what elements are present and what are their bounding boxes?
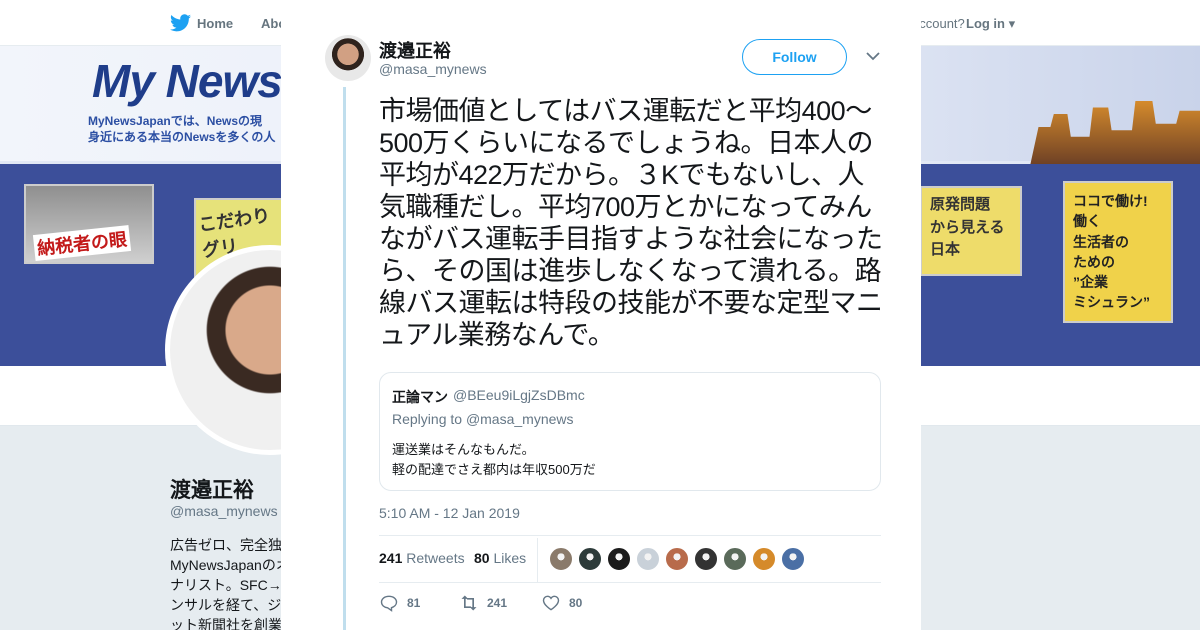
banner-panel-michelin-label: ココで働け! 働く 生活者の ための ”企業 ミシュラン”	[1073, 193, 1150, 311]
banner-tagline-2: 身近にある本当のNewsを多くの人	[88, 130, 276, 144]
quoted-line-2: 軽の配達でさえ都内は年収500万だ	[392, 462, 596, 477]
stats-divider	[537, 538, 538, 582]
liker-avatar[interactable]	[636, 547, 660, 571]
quoted-author-name[interactable]: 正論マン	[392, 387, 448, 407]
like-stat-label: Likes	[493, 550, 527, 566]
nav-home-link[interactable]: Home	[197, 16, 233, 31]
close-icon[interactable]	[1155, 12, 1179, 36]
liker-avatar[interactable]	[607, 547, 631, 571]
retweet-stat-label: Retweets	[406, 550, 465, 566]
liker-avatar[interactable]	[578, 547, 602, 571]
liker-avatar[interactable]	[665, 547, 689, 571]
profile-bio: 広告ゼロ、完全独 MyNewsJapanのオ ナリスト。SFC→ ンサルを経て、…	[170, 537, 282, 630]
tweet-actions: 81 241 80	[379, 593, 779, 617]
quoted-line-1: 運送業はそんなもんだ。	[392, 442, 535, 457]
reply-count: 81	[407, 596, 421, 610]
heart-icon	[542, 595, 560, 611]
banner-panel-nuclear: 原発問題 から見える 日本	[920, 186, 1022, 276]
like-stat[interactable]: 80 Likes	[474, 550, 526, 566]
quoted-author-handle[interactable]: @BEeu9iLgjZsDBmc	[453, 387, 585, 403]
banner-panel-tax: 納税者の眼	[24, 184, 154, 264]
twitter-bird-icon[interactable]	[170, 14, 191, 32]
tweet-modal: 渡邉正裕 @masa_mynews Follow 市場価値としてはバス運転だと平…	[281, 3, 921, 630]
like-stat-count: 80	[474, 550, 490, 566]
replying-to: Replying to @masa_mynews	[392, 411, 574, 427]
tweet-text: 市場価値としてはバス運転だと平均400～500万くらいになるでしょうね。日本人の…	[379, 96, 883, 350]
thread-line	[343, 87, 346, 630]
banner-tagline-1: MyNewsJapanでは、Newsの現	[88, 114, 263, 128]
banner-panel-tax-label: 納税者の眼	[32, 225, 132, 261]
profile-handle[interactable]: @masa_mynews	[170, 503, 278, 519]
replying-to-prefix: Replying to	[392, 411, 463, 427]
quoted-tweet-text: 運送業はそんなもんだ。 軽の配達でさえ都内は年収500万だ	[392, 440, 596, 480]
banner-logo: My News	[92, 55, 283, 107]
retweet-action[interactable]: 241	[459, 593, 507, 613]
chevron-down-icon[interactable]	[866, 51, 880, 61]
retweet-count: 241	[487, 596, 508, 610]
login-label[interactable]: Log in	[966, 16, 1005, 31]
tweet-stats: 241 Retweets 80 Likes	[379, 535, 881, 583]
liker-avatar[interactable]	[694, 547, 718, 571]
profile-name[interactable]: 渡邉正裕	[170, 474, 254, 504]
quoted-tweet[interactable]: 正論マン @BEeu9iLgjZsDBmc Replying to @masa_…	[379, 372, 881, 491]
liker-avatar[interactable]	[752, 547, 776, 571]
banner-panel-nuclear-label: 原発問題 から見える 日本	[930, 196, 1005, 258]
nav-login-link[interactable]: Log in ▾	[966, 16, 1015, 32]
like-count: 80	[569, 596, 583, 610]
tweet-author-handle[interactable]: @masa_mynews	[379, 61, 487, 77]
liker-avatars	[549, 547, 805, 571]
liker-avatar[interactable]	[549, 547, 573, 571]
replying-to-handle[interactable]: @masa_mynews	[466, 411, 574, 427]
follow-button[interactable]: Follow	[742, 39, 847, 75]
like-action[interactable]: 80	[541, 593, 582, 613]
banner-panel-michelin: ココで働け! 働く 生活者の ための ”企業 ミシュラン”	[1063, 181, 1173, 323]
tweet-author-avatar[interactable]	[325, 35, 371, 81]
liker-avatar[interactable]	[723, 547, 747, 571]
tweet-timestamp[interactable]: 5:10 AM - 12 Jan 2019	[379, 505, 520, 521]
tweet-author-name[interactable]: 渡邉正裕	[379, 37, 451, 63]
retweet-stat-count: 241	[379, 550, 403, 566]
liker-avatar[interactable]	[781, 547, 805, 571]
reply-action[interactable]: 81	[379, 593, 420, 613]
retweet-stat[interactable]: 241 Retweets	[379, 550, 465, 566]
retweet-icon	[461, 595, 477, 611]
reply-icon	[380, 595, 398, 612]
